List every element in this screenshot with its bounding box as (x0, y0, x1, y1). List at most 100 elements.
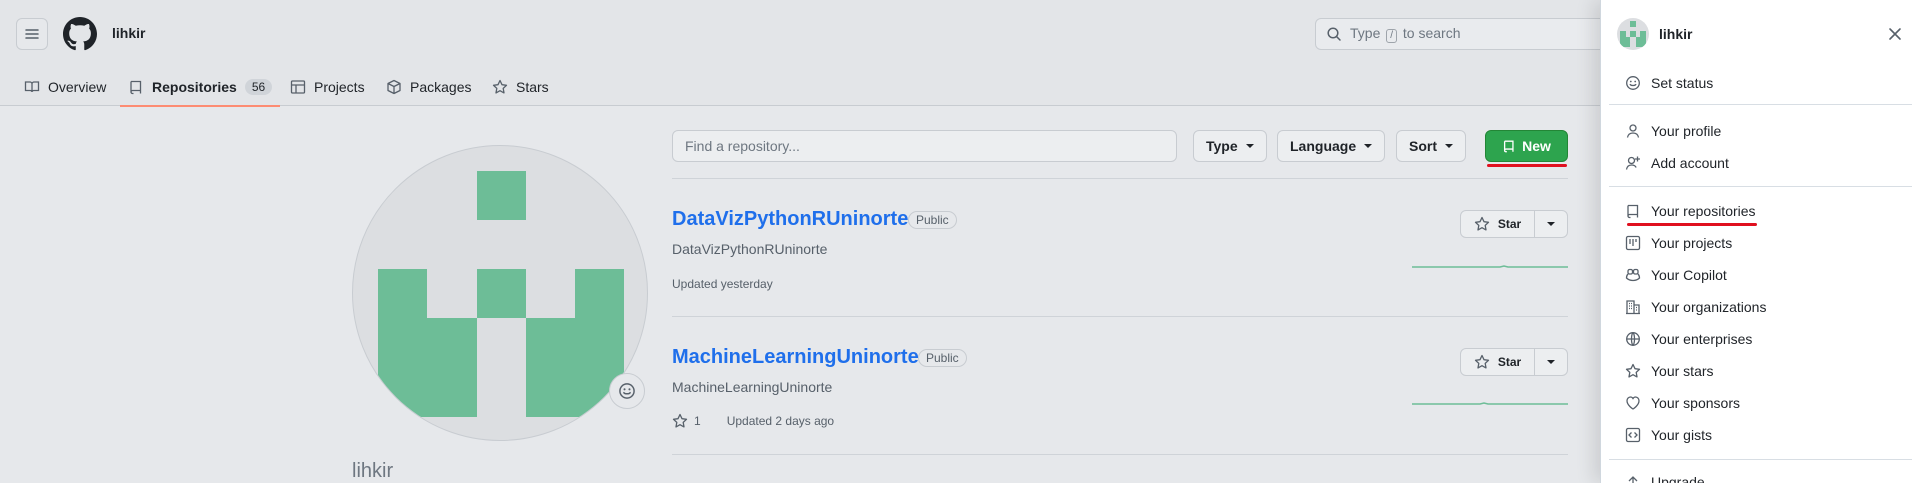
star-icon (1474, 216, 1489, 231)
search-placeholder-suffix: to search (1402, 25, 1461, 41)
global-search-input[interactable]: Type / to search (1315, 18, 1615, 50)
menu-item-your-repositories[interactable]: Your repositories (1617, 196, 1904, 226)
menu-item-label: Your stars (1651, 363, 1714, 379)
menu-item-label: Your organizations (1651, 299, 1767, 315)
smiley-icon (1626, 76, 1640, 90)
menu-item-set-status[interactable]: Set status (1617, 68, 1904, 98)
book-icon (24, 81, 40, 93)
github-logo-icon[interactable] (63, 17, 97, 51)
star-icon (492, 79, 508, 94)
user-menu-panel: lihkir Set status Your profile Add accou… (1600, 0, 1919, 483)
type-filter-label: Type (1206, 138, 1238, 154)
menu-item-upgrade[interactable]: Upgrade (1617, 467, 1904, 483)
menu-item-label: Add account (1651, 155, 1729, 171)
repo-icon (1627, 204, 1639, 219)
activity-sparkline (1412, 402, 1568, 405)
menu-item-your-projects[interactable]: Your projects (1617, 228, 1904, 258)
star-icon[interactable] (672, 413, 688, 429)
identicon-image (1620, 21, 1646, 47)
caret-down-icon (1245, 144, 1254, 148)
menu-item-your-copilot[interactable]: Your Copilot (1617, 260, 1904, 290)
package-icon (387, 79, 401, 95)
visibility-badge: Public (908, 211, 957, 229)
activity-sparkline (1412, 265, 1568, 268)
set-status-emoji-button[interactable] (609, 373, 645, 409)
repo-description: MachineLearningUninorte (672, 379, 833, 395)
profile-avatar[interactable] (352, 145, 648, 441)
star-button[interactable]: Star (1461, 349, 1535, 375)
menu-item-your-stars[interactable]: Your stars (1617, 356, 1904, 386)
sort-filter-button[interactable]: Sort (1396, 130, 1466, 162)
close-icon (1889, 28, 1901, 40)
person-icon (1626, 124, 1640, 138)
new-repository-button[interactable]: New (1485, 130, 1568, 162)
menu-item-add-account[interactable]: Add account (1617, 148, 1904, 178)
caret-down-icon (1445, 144, 1453, 148)
menu-item-label: Your projects (1651, 235, 1733, 251)
tab-overview[interactable]: Overview (24, 68, 106, 106)
menu-item-label: Your profile (1651, 123, 1722, 139)
panel-username: lihkir (1659, 26, 1693, 42)
panel-header: lihkir (1617, 18, 1692, 50)
person-add-icon (1625, 156, 1640, 170)
panel-avatar (1617, 18, 1649, 50)
new-repository-label: New (1522, 138, 1551, 154)
tab-overview-label: Overview (48, 79, 107, 95)
sort-filter-label: Sort (1409, 138, 1437, 154)
tab-stars-label: Stars (516, 79, 549, 95)
table-icon (290, 80, 306, 94)
context-owner-link[interactable]: lihkir (112, 25, 145, 41)
repo-description: DataVizPythonRUninorte (672, 241, 828, 257)
caret-down-icon (1547, 360, 1555, 364)
hamburger-menu-button[interactable] (16, 18, 48, 50)
close-panel-button[interactable] (1885, 24, 1905, 44)
repo-name-link[interactable]: MachineLearningUninorte (672, 346, 919, 369)
menu-item-label: Your gists (1651, 427, 1712, 443)
star-list-dropdown[interactable] (1535, 211, 1567, 237)
repo-updated-text: Updated 2 days ago (726, 414, 835, 428)
star-list-dropdown[interactable] (1535, 349, 1567, 375)
menu-item-label: Your enterprises (1651, 331, 1753, 347)
repo-icon (130, 80, 142, 95)
find-repository-input[interactable]: Find a repository... (672, 130, 1177, 162)
upload-icon (1628, 476, 1638, 483)
menu-item-your-sponsors[interactable]: Your sponsors (1617, 388, 1904, 418)
menu-item-label: Your Copilot (1651, 267, 1727, 283)
repo-icon (1504, 140, 1514, 153)
heart-icon (1626, 396, 1640, 410)
repo-meta: 1 Updated 2 days ago (672, 413, 834, 429)
copilot-icon (1625, 268, 1641, 282)
tab-repositories[interactable]: Repositories 56 (119, 68, 281, 107)
project-icon (1625, 235, 1641, 251)
tab-projects[interactable]: Projects (290, 68, 365, 106)
type-filter-button[interactable]: Type (1193, 130, 1267, 162)
tab-stars[interactable]: Stars (492, 68, 549, 106)
repo-stars-count[interactable]: 1 (694, 414, 701, 428)
star-button-label: Star (1497, 355, 1522, 369)
repo-updated-text: Updated yesterday (672, 277, 773, 291)
smiley-icon (619, 383, 635, 399)
menu-item-your-profile[interactable]: Your profile (1617, 116, 1904, 146)
star-button-label: Star (1497, 217, 1522, 231)
identicon-image (378, 171, 624, 417)
language-filter-button[interactable]: Language (1277, 130, 1386, 162)
panel-divider (1609, 459, 1912, 460)
menu-item-your-gists[interactable]: Your gists (1617, 420, 1904, 450)
tab-packages[interactable]: Packages (386, 68, 471, 106)
tab-projects-label: Projects (314, 79, 365, 95)
menu-item-your-enterprises[interactable]: Your enterprises (1617, 324, 1904, 354)
visibility-badge: Public (918, 349, 967, 367)
profile-username: lihkir (352, 460, 394, 482)
star-button[interactable]: Star (1461, 211, 1535, 237)
list-divider (672, 454, 1568, 455)
menu-item-label: Set status (1651, 75, 1714, 91)
search-icon (1327, 27, 1341, 41)
caret-down-icon (1364, 144, 1373, 148)
annotation-underline-new (1487, 164, 1567, 167)
star-icon (1474, 354, 1489, 369)
annotation-underline-repositories (1627, 223, 1757, 226)
menu-item-your-organizations[interactable]: Your organizations (1617, 292, 1904, 322)
repo-name-link[interactable]: DataVizPythonRUninorte (672, 208, 908, 231)
menu-item-label: Upgrade (1651, 474, 1705, 483)
organization-icon (1626, 300, 1640, 315)
